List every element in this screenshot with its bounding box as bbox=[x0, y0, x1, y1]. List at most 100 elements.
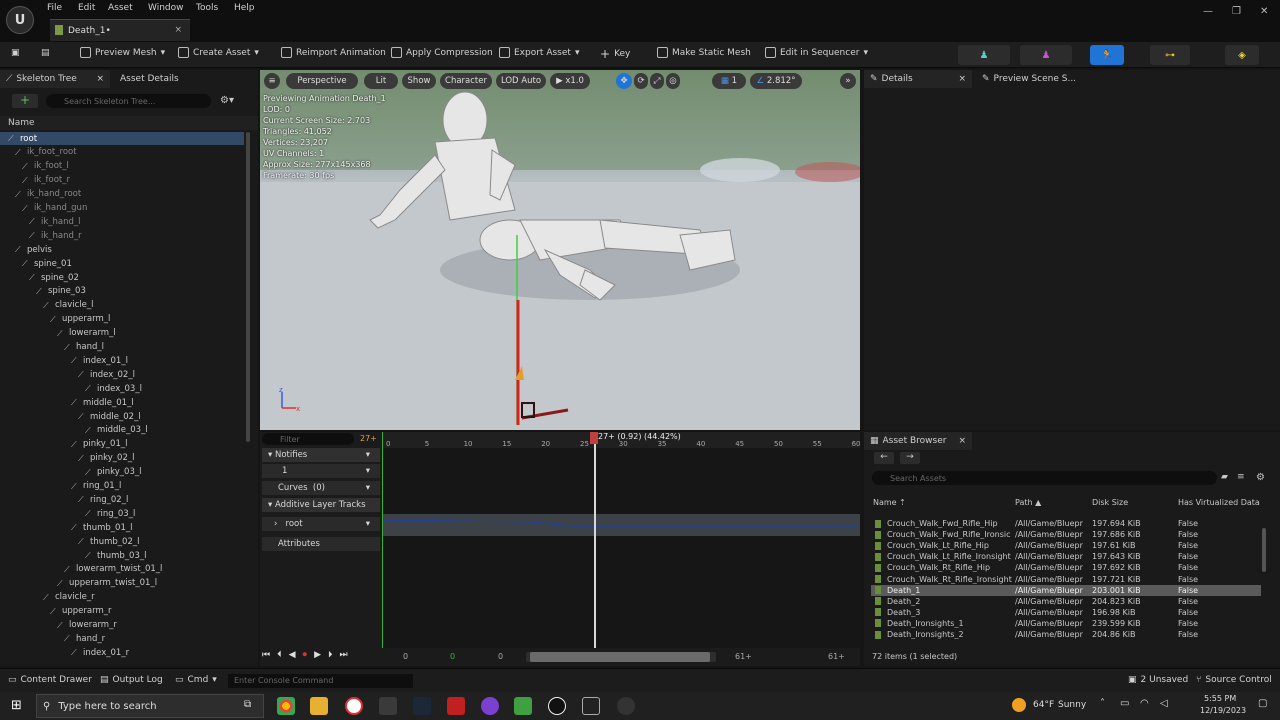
skip-to-start-icon[interactable]: ⏮ bbox=[262, 650, 270, 660]
play-icon[interactable]: ▶ bbox=[314, 650, 321, 660]
show-button[interactable]: Show bbox=[402, 73, 436, 89]
bone-item[interactable]: ⟋ index_02_l bbox=[78, 368, 135, 381]
bone-item[interactable]: ⟋ clavicle_l bbox=[43, 299, 94, 312]
chat-app-icon[interactable] bbox=[481, 697, 499, 715]
epic-games-icon[interactable] bbox=[582, 697, 600, 715]
playback-speed-button[interactable]: ▶ x1.0 bbox=[550, 73, 590, 89]
bone-item[interactable]: ⟋ middle_03_l bbox=[85, 424, 148, 437]
bone-item[interactable]: ⟋ ik_hand_l bbox=[29, 215, 81, 228]
viewport-options-icon[interactable]: » bbox=[840, 73, 856, 89]
menu-edit[interactable]: Edit bbox=[78, 3, 95, 13]
asset-row[interactable]: Death_1/All/Game/Bluepr 203.001 KiB False bbox=[871, 584, 1261, 596]
bone-item[interactable]: ⟋ pinky_02_l bbox=[78, 452, 134, 465]
close-icon[interactable]: × bbox=[96, 74, 104, 84]
media-app-icon[interactable] bbox=[447, 697, 465, 715]
timeline-filter-input[interactable]: Filter bbox=[262, 433, 354, 445]
download-app-icon[interactable] bbox=[379, 697, 397, 715]
notifies-track[interactable]: ▾ Notifies ▾ bbox=[262, 448, 380, 462]
content-drawer-button[interactable]: ▭ Content Drawer bbox=[8, 675, 92, 685]
asset-scrollbar[interactable] bbox=[1262, 528, 1266, 572]
bone-item[interactable]: ⟋ ik_foot_l bbox=[22, 160, 69, 173]
asset-row[interactable]: Crouch_Walk_Lt_Rifle_Ironsight/All/Game/… bbox=[871, 551, 1261, 562]
world-space-icon[interactable]: ◎ bbox=[666, 73, 680, 89]
export-asset-button[interactable]: Export Asset ▾ bbox=[499, 47, 579, 58]
tab-skeleton-tree[interactable]: ⟋ Skeleton Tree × bbox=[0, 70, 110, 88]
asset-row[interactable]: Death_Ironsights_1/All/Game/Bluepr 239.59… bbox=[871, 618, 1261, 629]
end-frame[interactable]: 61+ bbox=[735, 652, 752, 661]
tab-asset-details[interactable]: Asset Details bbox=[114, 70, 214, 88]
playhead-line[interactable] bbox=[594, 432, 596, 648]
unsaved-button[interactable]: ▣ 2 Unsaved bbox=[1128, 675, 1188, 685]
close-icon[interactable]: × bbox=[958, 436, 966, 446]
bone-item[interactable]: ⟋ ik_foot_root bbox=[15, 146, 77, 159]
view-start-frame[interactable]: 0 bbox=[450, 652, 455, 661]
preview-mesh-button[interactable]: Preview Mesh ▾ bbox=[80, 47, 165, 58]
bone-item[interactable]: ⟋ ik_hand_gun bbox=[22, 202, 87, 215]
asset-row[interactable]: Death_Ironsights_2/All/Game/Bluepr 204.86… bbox=[871, 629, 1261, 640]
perspective-button[interactable]: Perspective bbox=[286, 73, 358, 89]
bone-item[interactable]: ⟋ spine_02 bbox=[29, 271, 79, 284]
menu-asset[interactable]: Asset bbox=[108, 3, 133, 13]
rotate-icon[interactable]: ⟳ bbox=[634, 73, 648, 89]
bone-item[interactable]: ⟋ middle_01_l bbox=[71, 396, 134, 409]
weather-temp[interactable]: 64°F bbox=[1033, 700, 1054, 710]
bone-item[interactable]: ⟋ pelvis bbox=[15, 243, 52, 256]
bone-item[interactable]: ⟋ ik_hand_root bbox=[15, 188, 81, 201]
bone-item[interactable]: ⟋ root bbox=[0, 132, 244, 145]
viewport-menu-icon[interactable]: ≡ bbox=[264, 73, 280, 89]
blueprint-mode-button[interactable]: ⊶ bbox=[1150, 45, 1190, 65]
chrome-icon[interactable] bbox=[277, 697, 295, 715]
animation-viewport[interactable]: z x ≡ Perspective Lit Show Character LOD… bbox=[260, 70, 860, 430]
bone-item[interactable]: ⟋ thumb_01_l bbox=[71, 521, 132, 534]
bone-item[interactable]: ⟋ upperarm_twist_01_l bbox=[57, 577, 157, 590]
scale-icon[interactable]: ⤢ bbox=[650, 73, 664, 89]
step-forward-icon[interactable]: ⏵ bbox=[328, 650, 333, 660]
weather-sun-icon[interactable] bbox=[1012, 698, 1026, 712]
timeline-scroll-thumb[interactable] bbox=[530, 652, 710, 662]
column-name[interactable]: Name ⇡ bbox=[873, 498, 906, 507]
bone-item[interactable]: ⟋ hand_r bbox=[64, 632, 105, 645]
edit-in-sequencer-button[interactable]: Edit in Sequencer ▾ bbox=[765, 47, 868, 58]
mesh-mode-button[interactable]: ♟ bbox=[1020, 45, 1072, 65]
bone-item[interactable]: ⟋ upperarm_r bbox=[50, 605, 111, 618]
start-frame[interactable]: 0 bbox=[403, 652, 408, 661]
steam-icon[interactable] bbox=[413, 697, 431, 715]
source-control-button[interactable]: ⑂ Source Control bbox=[1196, 675, 1272, 685]
tab-preview-scene-settings[interactable]: ✎ Preview Scene S... bbox=[976, 70, 1096, 88]
clock-time[interactable]: 5:55 PM bbox=[1204, 694, 1236, 703]
bone-item[interactable]: ⟋ lowerarm_twist_01_l bbox=[64, 563, 162, 576]
menu-tools[interactable]: Tools bbox=[196, 3, 218, 13]
bone-item[interactable]: ⟋ pinky_01_l bbox=[71, 438, 127, 451]
cmd-button[interactable]: ▭ Cmd ▾ bbox=[175, 675, 217, 685]
asset-row[interactable]: Crouch_Walk_Fwd_Rifle_Hip/All/Game/Bluep… bbox=[871, 518, 1261, 529]
maximize-icon[interactable]: ❐ bbox=[1232, 6, 1241, 17]
editor-app-icon[interactable] bbox=[514, 697, 532, 715]
root-track[interactable]: › root ▾ bbox=[262, 517, 380, 531]
physics-mode-button[interactable]: ◈ bbox=[1225, 45, 1259, 65]
settings-gear-icon[interactable]: ⚙ bbox=[1256, 472, 1265, 483]
weather-condition[interactable]: Sunny bbox=[1058, 700, 1086, 710]
bone-item[interactable]: ⟋ pinky_03_l bbox=[85, 466, 141, 479]
asset-row[interactable]: Crouch_Walk_Rt_Rifle_Hip/All/Game/Bluepr… bbox=[871, 562, 1261, 573]
skip-to-end-icon[interactable]: ⏭ bbox=[340, 650, 348, 660]
asset-row[interactable]: Crouch_Walk_Rt_Rifle_Ironsight/All/Game/… bbox=[871, 574, 1261, 585]
lit-button[interactable]: Lit bbox=[364, 73, 398, 89]
bone-item[interactable]: ⟋ thumb_02_l bbox=[78, 535, 139, 548]
bone-item[interactable]: ⟋ upperarm_l bbox=[50, 313, 110, 326]
output-log-button[interactable]: ▤ Output Log bbox=[100, 675, 163, 685]
curves-track[interactable]: Curves (0) ▾ bbox=[262, 481, 380, 495]
tray-chevron-icon[interactable]: ˄ bbox=[1100, 698, 1105, 709]
lod-button[interactable]: LOD Auto bbox=[496, 73, 546, 89]
menu-window[interactable]: Window bbox=[148, 3, 184, 13]
davinci-icon[interactable] bbox=[617, 697, 635, 715]
bone-item[interactable]: ⟋ ring_02_l bbox=[78, 493, 128, 506]
add-bone-button[interactable]: + bbox=[12, 94, 38, 108]
character-button[interactable]: Character bbox=[440, 73, 492, 89]
additive-layer-tracks[interactable]: ▾ Additive Layer Tracks bbox=[262, 498, 380, 512]
bone-item[interactable]: ⟋ ring_03_l bbox=[85, 507, 135, 520]
console-input[interactable]: Enter Console Command bbox=[228, 674, 413, 688]
translate-icon[interactable]: ✥ bbox=[616, 73, 632, 89]
record-icon[interactable]: ⏺ bbox=[303, 650, 308, 660]
bone-item[interactable]: ⟋ hand_l bbox=[64, 341, 104, 354]
bone-item[interactable]: ⟋ ring_01_l bbox=[71, 480, 121, 493]
